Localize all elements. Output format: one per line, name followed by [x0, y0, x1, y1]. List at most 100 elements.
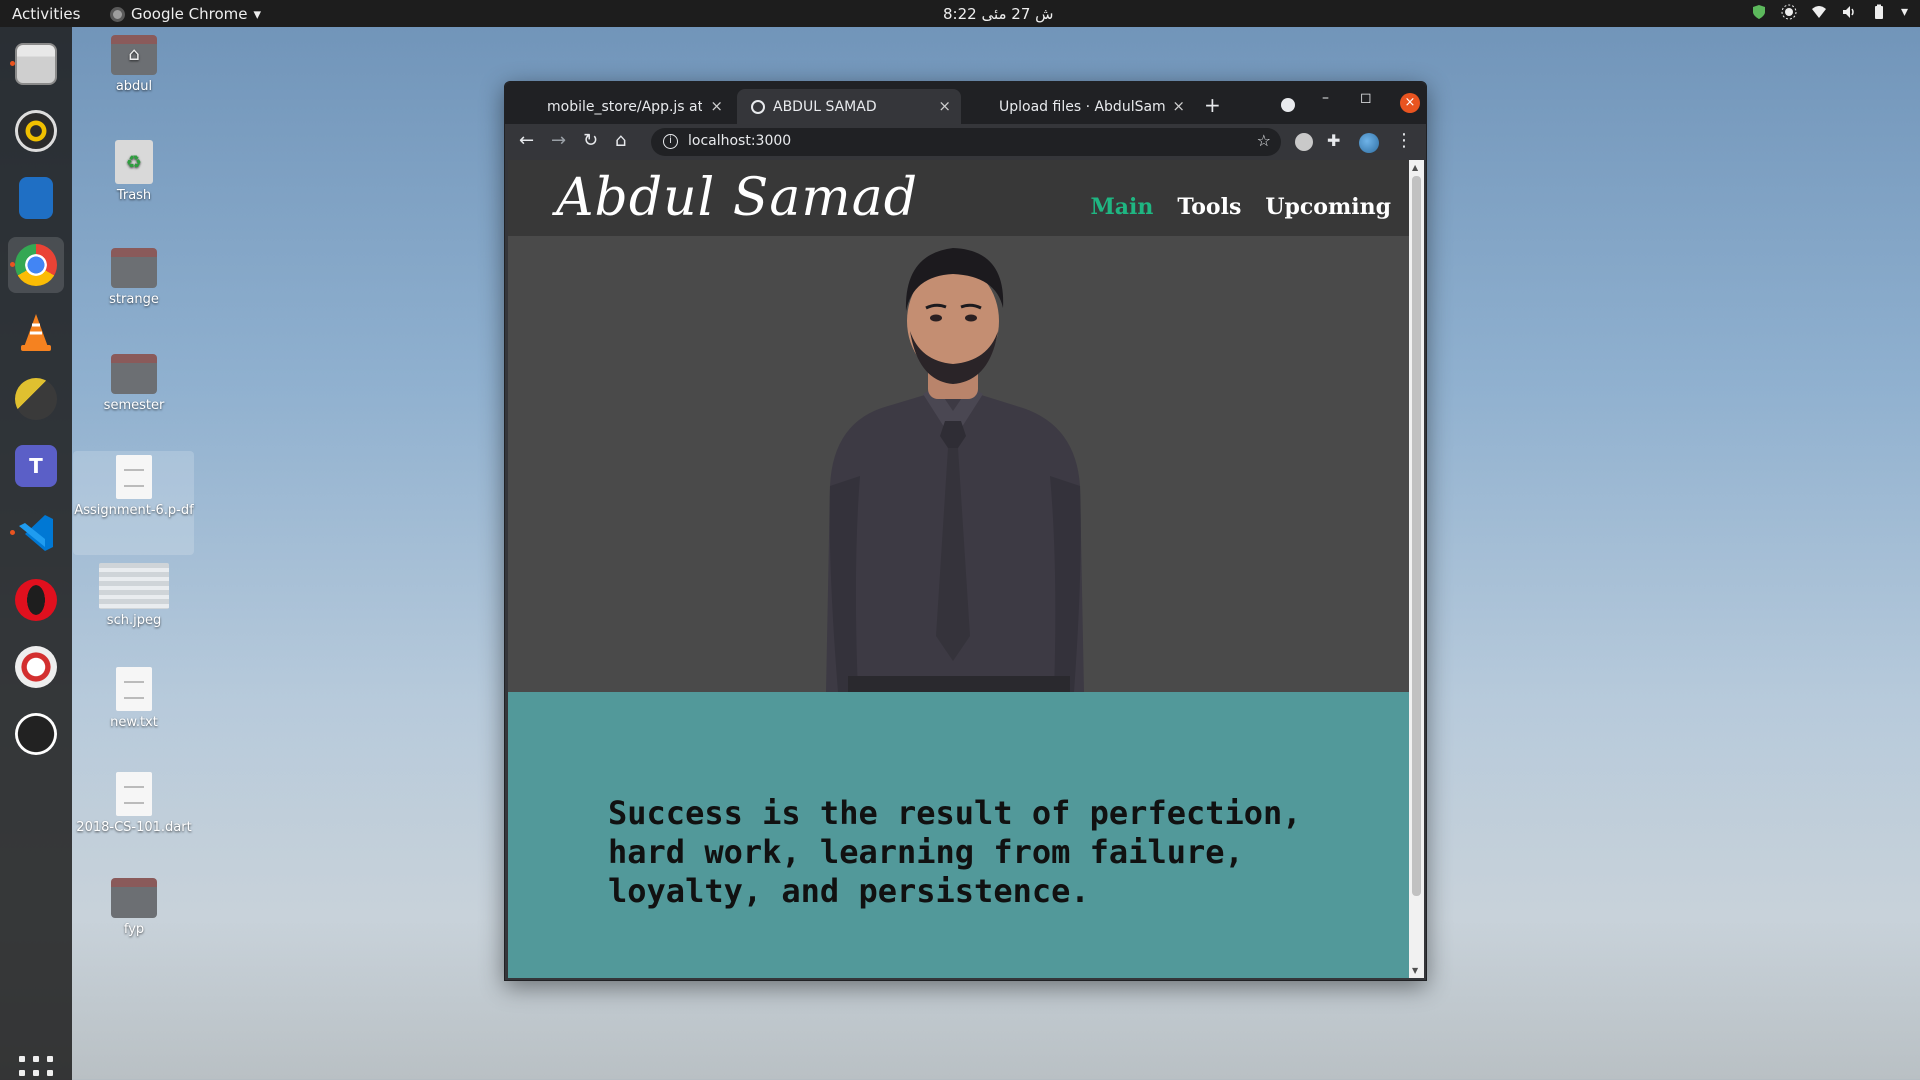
wifi-icon: [1811, 6, 1826, 18]
nav-link-tools[interactable]: Tools: [1177, 194, 1241, 220]
brightness-icon: [1781, 4, 1797, 20]
dock-help[interactable]: [8, 639, 64, 695]
dock-opera[interactable]: [8, 572, 64, 628]
system-tray[interactable]: ▾: [1751, 4, 1908, 20]
nav-link-upcoming[interactable]: Upcoming: [1265, 194, 1391, 220]
browser-toolbar: ← → ↻ ⌂ i localhost:3000 ☆ ✚ ⋮: [505, 124, 1426, 160]
globe-icon: [751, 99, 765, 114]
forward-icon[interactable]: →: [551, 130, 566, 151]
desktop-icon-dart[interactable]: 2018-CS-101.dart: [74, 772, 194, 835]
vlc-icon: [21, 314, 51, 351]
dock-vlc[interactable]: [8, 304, 64, 360]
desktop-icon-label: semester: [103, 398, 165, 413]
help-icon: [15, 646, 57, 688]
dock: T: [0, 27, 72, 1080]
clock[interactable]: 8:22 ش 27 مئی: [943, 5, 1053, 23]
image-file-icon: [99, 563, 169, 609]
browser-window: mobile_store/App.js at × ABDUL SAMAD × U…: [504, 81, 1427, 981]
back-icon[interactable]: ←: [519, 130, 534, 151]
desktop-icon-new[interactable]: new.txt: [74, 667, 194, 730]
scroll-up-icon[interactable]: ▲: [1412, 163, 1418, 172]
desktop-icon-label: strange: [109, 292, 159, 307]
tab-title: Upload files · AbdulSam: [999, 98, 1166, 115]
close-icon[interactable]: ×: [710, 97, 723, 115]
files-icon: [15, 43, 57, 85]
more-menu-icon[interactable]: ⋮: [1395, 130, 1413, 151]
desktop-icon-label: Assignment-6.p-df: [74, 503, 194, 518]
site-logo[interactable]: Abdul Samad: [556, 168, 918, 228]
folder-icon: [111, 248, 157, 288]
desktop-icon-assignment[interactable]: Assignment-6.p-df: [74, 455, 194, 518]
running-indicator: [10, 262, 15, 267]
activities-button[interactable]: Activities: [12, 5, 80, 23]
opera-icon: [15, 579, 57, 621]
tab-abdul-samad[interactable]: ABDUL SAMAD ×: [737, 89, 961, 124]
chrome-icon: [15, 244, 57, 286]
writer-icon: [19, 177, 53, 219]
bookmark-star-icon[interactable]: ☆: [1257, 131, 1271, 150]
nav-link-main[interactable]: Main: [1090, 194, 1153, 220]
dock-writer[interactable]: [8, 170, 64, 226]
extension-icon[interactable]: [1295, 133, 1313, 151]
tab-upload-files[interactable]: Upload files · AbdulSam ×: [965, 89, 1195, 124]
rhythmbox-icon: [15, 110, 57, 152]
desktop-icon-abdul[interactable]: abdul: [74, 35, 194, 94]
quote-text: Success is the result of perfection, har…: [608, 794, 1302, 910]
desktop-icon-label: 2018-CS-101.dart: [76, 820, 192, 835]
desktop-icon-trash[interactable]: Trash: [74, 140, 194, 203]
desktop-icon-strange[interactable]: strange: [74, 248, 194, 307]
chevron-down-icon: ▾: [1900, 4, 1908, 20]
tab-search-icon[interactable]: [1281, 98, 1295, 112]
dock-teams[interactable]: T: [8, 438, 64, 494]
address-bar[interactable]: i localhost:3000 ☆: [651, 128, 1281, 156]
scroll-thumb[interactable]: [1412, 176, 1421, 896]
chrome-app-icon: [110, 6, 125, 22]
show-applications-icon[interactable]: [19, 1056, 53, 1080]
home-icon[interactable]: ⌂: [615, 130, 626, 151]
new-tab-button[interactable]: +: [1204, 93, 1221, 117]
close-icon[interactable]: ×: [1172, 97, 1185, 115]
text-file-icon: [116, 772, 152, 816]
desktop-icon-sch[interactable]: sch.jpeg: [74, 563, 194, 628]
chevron-down-icon: ▾: [253, 5, 262, 23]
folder-icon: [111, 354, 157, 394]
page-scrollbar[interactable]: ▲ ▼: [1409, 160, 1424, 978]
puzzle-icon[interactable]: ✚: [1327, 131, 1345, 150]
minimize-button[interactable]: –: [1322, 90, 1329, 106]
close-icon[interactable]: ×: [938, 97, 951, 115]
app-menu[interactable]: Google Chrome ▾: [110, 5, 261, 23]
trash-icon: [115, 140, 153, 184]
dock-rhythmbox[interactable]: [8, 103, 64, 159]
quote-section: Success is the result of perfection, har…: [508, 692, 1409, 978]
maximize-button[interactable]: ◻: [1360, 90, 1372, 106]
top-bar: Activities Google Chrome ▾ 8:22 ش 27 مئی…: [0, 0, 1920, 27]
dock-vscode[interactable]: [8, 505, 64, 561]
running-indicator: [10, 530, 15, 535]
desktop-icon-label: sch.jpeg: [106, 613, 162, 628]
tab-mobile-store[interactable]: mobile_store/App.js at ×: [513, 89, 733, 124]
desktop-icon-label: fyp: [123, 922, 145, 937]
dock-obs[interactable]: [8, 706, 64, 762]
reload-icon[interactable]: ↻: [583, 130, 598, 151]
dock-chrome[interactable]: [8, 237, 64, 293]
running-indicator: [10, 61, 15, 66]
tab-title: mobile_store/App.js at: [547, 98, 702, 115]
tab-title: ABDUL SAMAD: [773, 98, 877, 115]
hero-section: [508, 236, 1409, 692]
volume-icon: [1842, 6, 1854, 18]
site-nav: Main Tools Upcoming: [1090, 194, 1391, 220]
dock-app[interactable]: [8, 371, 64, 427]
tab-strip: mobile_store/App.js at × ABDUL SAMAD × U…: [505, 82, 1426, 124]
close-window-button[interactable]: ×: [1400, 93, 1420, 113]
obs-icon: [15, 713, 57, 755]
profile-photo: [826, 248, 1084, 692]
scroll-down-icon[interactable]: ▼: [1412, 966, 1418, 975]
avatar[interactable]: [1359, 133, 1379, 153]
url-text[interactable]: localhost:3000: [688, 133, 791, 149]
dock-files[interactable]: [8, 36, 64, 92]
desktop-icon-fyp[interactable]: fyp: [74, 878, 194, 937]
desktop-icon-label: Trash: [116, 188, 152, 203]
teams-icon: T: [15, 445, 57, 487]
desktop-icon-semester[interactable]: semester: [74, 354, 194, 413]
info-icon[interactable]: i: [663, 134, 678, 149]
